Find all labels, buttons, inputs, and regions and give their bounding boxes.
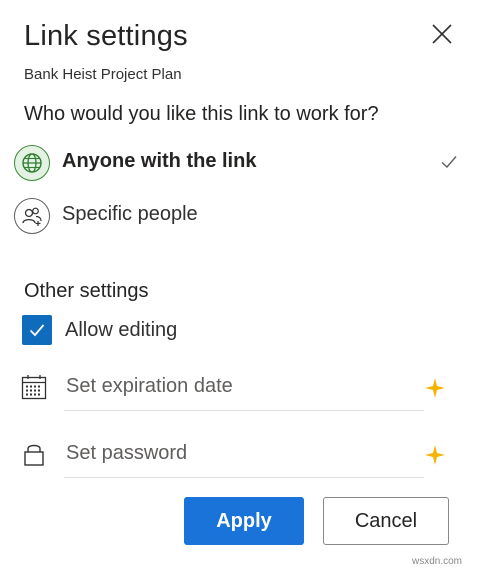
expiration-date-input[interactable]: Set expiration date xyxy=(64,365,424,411)
premium-diamond-icon xyxy=(425,378,445,398)
audience-question: Who would you like this link to work for… xyxy=(24,103,379,125)
premium-diamond-icon xyxy=(425,445,445,465)
dialog-title: Link settings xyxy=(24,20,188,52)
calendar-icon xyxy=(21,375,47,400)
lock-icon xyxy=(24,444,44,466)
apply-button[interactable]: Apply xyxy=(184,497,304,545)
watermark: wsxdn.com xyxy=(412,556,463,567)
option-anyone-label: Anyone with the link xyxy=(62,150,257,172)
other-settings-heading: Other settings xyxy=(24,280,149,302)
expiration-row: Set expiration date xyxy=(20,365,450,413)
globe-icon xyxy=(14,145,50,181)
option-specific-label: Specific people xyxy=(62,203,198,225)
option-specific-people[interactable]: Specific people xyxy=(12,194,464,238)
option-anyone-with-link[interactable]: Anyone with the link xyxy=(12,141,464,185)
allow-editing-checkbox[interactable]: Allow editing xyxy=(22,315,322,347)
people-icon xyxy=(14,198,50,234)
password-row: Set password xyxy=(20,432,450,480)
cancel-button[interactable]: Cancel xyxy=(323,497,449,545)
close-button[interactable] xyxy=(428,20,456,48)
checkbox-checked-icon xyxy=(22,315,52,345)
close-icon xyxy=(432,24,452,44)
password-placeholder: Set password xyxy=(66,442,188,464)
file-name: Bank Heist Project Plan xyxy=(24,66,182,83)
expiration-placeholder: Set expiration date xyxy=(66,375,233,397)
selected-check-icon xyxy=(441,156,457,169)
password-input[interactable]: Set password xyxy=(64,432,424,478)
allow-editing-label: Allow editing xyxy=(65,319,178,341)
